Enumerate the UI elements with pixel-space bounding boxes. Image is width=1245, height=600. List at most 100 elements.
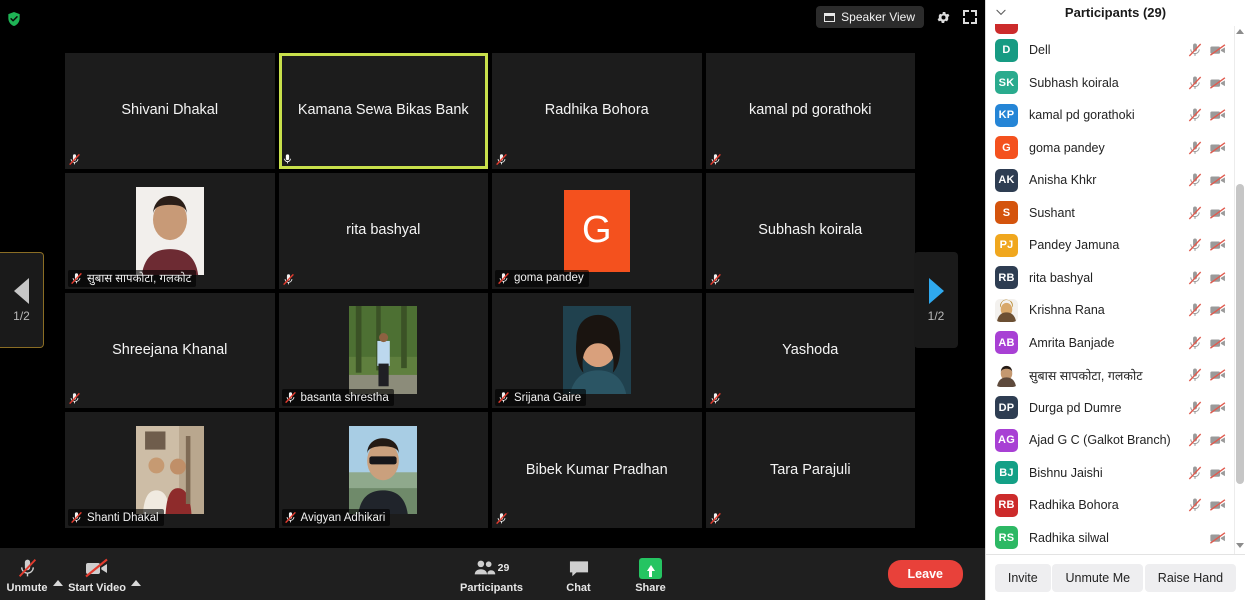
video-tile[interactable]: Radhika Bohora	[492, 53, 702, 169]
list-item[interactable]: S Sushant	[986, 197, 1235, 230]
video-tile[interactable]: rita bashyal	[278, 172, 488, 289]
list-item[interactable]: AG Ajad G C (Galkot Branch)	[986, 424, 1235, 457]
video-tile[interactable]: Yashoda	[705, 292, 915, 409]
video-tile-footer: basanta shrestha	[281, 389, 394, 407]
camera-off-icon[interactable]	[1209, 173, 1227, 187]
microphone-muted-icon[interactable]	[1187, 302, 1203, 318]
start-video-button[interactable]: Start Video	[66, 548, 128, 600]
list-item[interactable]: AK Anisha Khkr	[986, 164, 1235, 197]
previous-page-button[interactable]: 1/2	[0, 252, 44, 348]
share-screen-button[interactable]: Share	[628, 548, 674, 600]
video-tile[interactable]: Kamana Sewa Bikas Bank	[278, 53, 488, 169]
microphone-muted-icon[interactable]	[1187, 465, 1203, 481]
leave-button[interactable]: Leave	[887, 560, 963, 588]
participant-status-icons	[1187, 432, 1235, 448]
list-item[interactable]: KP kamal pd gorathoki	[986, 99, 1235, 132]
camera-off-icon[interactable]	[1209, 76, 1227, 90]
microphone-muted-icon[interactable]	[1187, 367, 1203, 383]
participant-status-icons	[1187, 302, 1235, 318]
microphone-muted-icon	[709, 393, 721, 405]
audio-options-chevron[interactable]	[50, 548, 66, 600]
list-item[interactable]: AB Amrita Banjade	[986, 327, 1235, 360]
microphone-muted-icon[interactable]	[1187, 270, 1203, 286]
camera-off-icon[interactable]	[1209, 498, 1227, 512]
microphone-muted-icon[interactable]	[1187, 140, 1203, 156]
microphone-muted-icon[interactable]	[1187, 75, 1203, 91]
list-item[interactable]: SK Subhash koirala	[986, 67, 1235, 100]
camera-off-icon[interactable]	[1209, 336, 1227, 350]
next-page-button[interactable]: 1/2	[914, 252, 958, 348]
video-tile[interactable]: Avigyan Adhikari	[278, 412, 488, 528]
scrollbar-thumb[interactable]	[1235, 184, 1244, 484]
shield-check-icon[interactable]	[6, 11, 22, 27]
unmute-me-button[interactable]: Unmute Me	[1052, 563, 1144, 592]
camera-off-icon[interactable]	[1209, 401, 1227, 415]
list-item[interactable]	[986, 24, 1235, 34]
list-item[interactable]: BJ Bishnu Jaishi	[986, 457, 1235, 490]
list-item[interactable]: Krishna Rana	[986, 294, 1235, 327]
list-item[interactable]: RB rita bashyal	[986, 262, 1235, 295]
camera-off-icon[interactable]	[1209, 466, 1227, 480]
participant-name: Anisha Khkr	[1029, 173, 1097, 188]
camera-off-icon[interactable]	[1209, 531, 1227, 545]
gear-icon[interactable]	[936, 10, 951, 25]
list-item[interactable]: सुबास सापकोटा, गलकोट	[986, 359, 1235, 392]
microphone-muted-icon[interactable]	[1187, 42, 1203, 58]
camera-off-icon[interactable]	[1209, 368, 1227, 382]
microphone-muted-icon	[709, 512, 721, 525]
camera-off-icon[interactable]	[1209, 303, 1227, 317]
participants-scrollbar[interactable]	[1234, 26, 1244, 554]
chat-button[interactable]: Chat	[556, 548, 602, 600]
video-tile[interactable]: Subhash koirala	[705, 172, 915, 289]
video-tile[interactable]: सुबास सापकोटा, गलकोट	[65, 172, 275, 289]
unmute-button[interactable]: Unmute	[4, 548, 50, 600]
video-tile[interactable]: Shanti Dhakal	[65, 412, 275, 528]
raise-hand-button[interactable]: Raise Hand	[1144, 563, 1237, 592]
video-tile-footer	[709, 152, 722, 167]
video-tile[interactable]: basanta shrestha	[278, 292, 488, 409]
video-tile[interactable]: Shivani Dhakal	[65, 53, 275, 169]
video-tile[interactable]: G goma pandey	[492, 172, 702, 289]
list-item[interactable]: Ggoma pandey	[986, 132, 1235, 165]
camera-off-icon[interactable]	[1209, 108, 1227, 122]
camera-off-icon[interactable]	[1209, 206, 1227, 220]
meeting-toolbar: Unmute Start Video 29 Participants Chat …	[0, 548, 985, 600]
microphone-muted-icon[interactable]	[1187, 335, 1203, 351]
video-tile-footer	[495, 152, 508, 167]
scroll-up-arrow-icon[interactable]	[1235, 29, 1244, 34]
microphone-muted-icon[interactable]	[1187, 237, 1203, 253]
microphone-muted-icon[interactable]	[1187, 205, 1203, 221]
microphone-muted-icon	[709, 153, 721, 165]
video-options-chevron[interactable]	[128, 548, 144, 600]
microphone-muted-icon[interactable]	[1187, 400, 1203, 416]
video-tile[interactable]: Tara Parajuli	[705, 412, 915, 528]
video-tile-footer: Avigyan Adhikari	[281, 509, 391, 526]
camera-off-icon[interactable]	[1209, 271, 1227, 285]
camera-off-icon[interactable]	[1209, 43, 1227, 57]
scroll-down-arrow-icon[interactable]	[1235, 543, 1244, 548]
camera-off-icon[interactable]	[1209, 141, 1227, 155]
video-tile[interactable]: Shreejana Khanal	[65, 292, 275, 409]
fullscreen-icon[interactable]	[963, 10, 977, 24]
camera-off-icon[interactable]	[1209, 433, 1227, 447]
participants-button[interactable]: 29 Participants	[456, 548, 528, 600]
camera-off-icon[interactable]	[1209, 238, 1227, 252]
speaker-view-button[interactable]: Speaker View	[816, 6, 924, 28]
list-item[interactable]: D Dell	[986, 34, 1235, 67]
list-item[interactable]: PJ Pandey Jamuna	[986, 229, 1235, 262]
list-item[interactable]: RS Radhika silwal	[986, 522, 1235, 555]
participants-list[interactable]: D Dell SK Subhash koirala KP kamal pd gorat…	[986, 24, 1245, 554]
video-tile[interactable]: kamal pd gorathoki	[705, 53, 915, 169]
video-tile[interactable]: Srijana Gaire	[492, 292, 702, 409]
list-item[interactable]: DP Durga pd Dumre	[986, 392, 1235, 425]
video-tile-footer: Shanti Dhakal	[68, 509, 164, 526]
invite-button[interactable]: Invite	[994, 563, 1051, 592]
list-item[interactable]: RB Radhika Bohora	[986, 489, 1235, 522]
triangle-left-icon	[14, 277, 29, 304]
microphone-muted-icon[interactable]	[1187, 172, 1203, 188]
microphone-muted-icon[interactable]	[1187, 497, 1203, 513]
microphone-muted-icon[interactable]	[1187, 107, 1203, 123]
page-indicator-prev: 1/2	[13, 308, 30, 323]
video-tile[interactable]: Bibek Kumar Pradhan	[492, 412, 702, 528]
microphone-muted-icon[interactable]	[1187, 432, 1203, 448]
